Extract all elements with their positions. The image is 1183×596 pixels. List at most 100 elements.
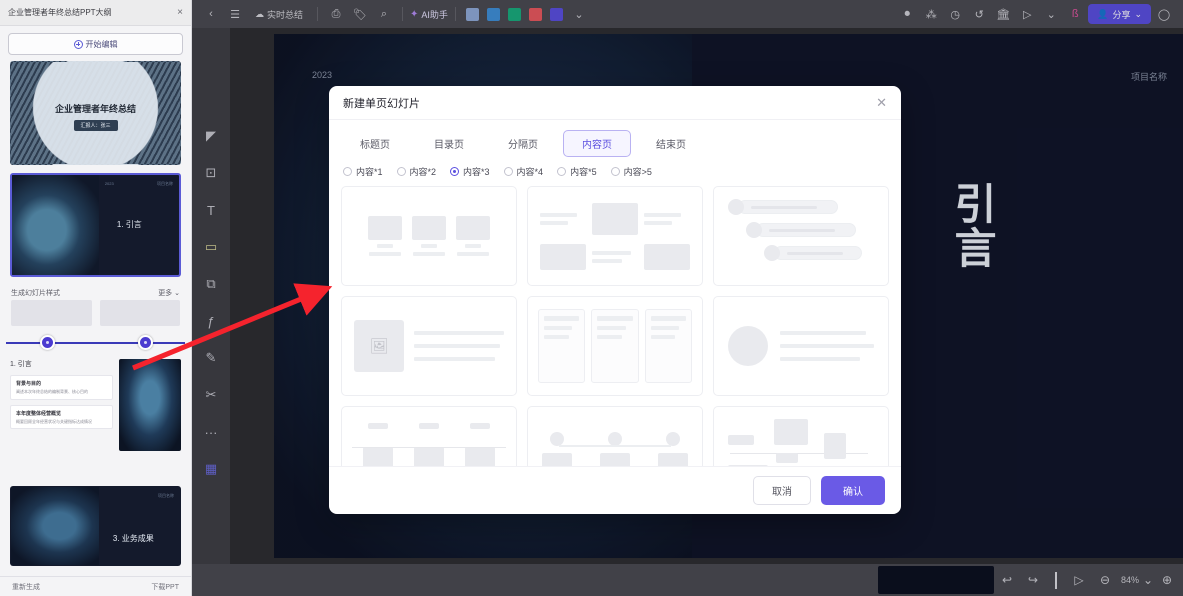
pill-bar bbox=[738, 200, 838, 214]
radio-content-5[interactable]: 内容*5 bbox=[557, 165, 597, 178]
template-card-avatar-pill-list[interactable] bbox=[713, 186, 889, 286]
radio-content-more[interactable]: 内容>5 bbox=[610, 165, 652, 178]
detail-card-body: 阐述本次年终总结的编制背景、核心目的 bbox=[16, 389, 88, 394]
download-ppt-button[interactable]: 下载PPT bbox=[151, 582, 179, 592]
placeholder-line bbox=[414, 357, 495, 361]
radio-content-3[interactable]: 内容*3 bbox=[450, 165, 490, 178]
placeholder-line bbox=[644, 220, 672, 225]
slide-3-tag-right: 项目名称 bbox=[158, 493, 174, 498]
slide-3-heading: 3. 业务成果 bbox=[112, 534, 154, 543]
tab-end-page[interactable]: 结束页 bbox=[637, 130, 705, 157]
radio-content-2[interactable]: 内容*2 bbox=[396, 165, 436, 178]
template-row bbox=[728, 199, 878, 215]
slide-1-subtitle: 汇报人：张三 bbox=[73, 120, 118, 131]
placeholder-box bbox=[728, 465, 768, 466]
placeholder-line bbox=[650, 316, 686, 321]
timeline-stations bbox=[352, 423, 506, 466]
node-dot bbox=[550, 431, 564, 446]
tab-divider-page[interactable]: 分隔页 bbox=[489, 130, 557, 157]
mini-thumb[interactable] bbox=[99, 300, 180, 326]
slide-detail-text: 1. 引言 背景与目的 阐述本次年终总结的编制背景、核心目的 本年度整体经营概览… bbox=[10, 359, 113, 451]
node-dot bbox=[666, 431, 680, 446]
mini-thumb[interactable] bbox=[11, 300, 92, 326]
cancel-button[interactable]: 取消 bbox=[753, 476, 811, 505]
mini-thumb-row bbox=[0, 300, 191, 326]
template-card-mixed-blocks-flow[interactable] bbox=[713, 406, 889, 466]
template-column bbox=[368, 216, 402, 256]
avatar-placeholder bbox=[764, 245, 780, 261]
tab-content-page[interactable]: 内容页 bbox=[563, 130, 631, 157]
placeholder-line bbox=[650, 326, 679, 330]
slide-2-image bbox=[12, 175, 99, 275]
placeholder-line bbox=[414, 331, 504, 335]
slide-detail: 1. 引言 背景与目的 阐述本次年终总结的编制背景、核心目的 本年度整体经营概览… bbox=[0, 351, 191, 451]
radio-dot-icon bbox=[396, 167, 406, 176]
slide-3-right: 项目名称 3. 业务成果 bbox=[99, 487, 180, 565]
slide-detail-title: 1. 引言 bbox=[10, 361, 32, 368]
start-edit-button[interactable]: 开始编辑 bbox=[8, 33, 183, 55]
start-edit-label: 开始编辑 bbox=[85, 39, 118, 49]
template-column-card bbox=[591, 309, 639, 383]
tab-title-page[interactable]: 标题页 bbox=[341, 130, 409, 157]
confirm-button[interactable]: 确认 bbox=[821, 476, 885, 505]
slide-thumbnail-2[interactable]: 2023 项目名称 1. 引言 bbox=[10, 173, 181, 277]
placeholder-line bbox=[544, 335, 569, 339]
modal-footer: 取消 确认 bbox=[329, 466, 901, 514]
placeholder-box bbox=[776, 453, 798, 463]
close-icon[interactable]: × bbox=[173, 7, 183, 18]
template-card-node-chain-diagram[interactable] bbox=[527, 406, 703, 466]
detail-card[interactable]: 本年度整体经营概览 概要回顾全年经营状况与关键指标达成情况 bbox=[10, 404, 113, 430]
diagram-node bbox=[542, 431, 572, 466]
template-card-three-boxes-with-captions[interactable] bbox=[341, 186, 517, 286]
placeholder-box bbox=[774, 419, 808, 445]
detail-card[interactable]: 背景与目的 阐述本次年终总结的编制背景、核心目的 bbox=[10, 375, 113, 400]
placeholder-line bbox=[780, 357, 860, 361]
slider-handle-right[interactable] bbox=[138, 335, 154, 350]
radio-content-1[interactable]: 内容*1 bbox=[343, 165, 383, 178]
template-card-center-image-side-text[interactable] bbox=[527, 186, 703, 286]
slide-2-heading: 1. 引言 bbox=[116, 220, 142, 229]
placeholder-line bbox=[413, 252, 445, 256]
slider-handle-left[interactable] bbox=[40, 335, 55, 350]
placeholder-line bbox=[544, 326, 573, 330]
placeholder-box bbox=[470, 423, 491, 429]
browser-tab-title[interactable]: 企业管理者年终总结PPT大纲 bbox=[8, 7, 173, 18]
placeholder-box bbox=[413, 447, 444, 466]
placeholder-line bbox=[421, 244, 437, 248]
modal-tabs: 标题页 目录页 分隔页 内容页 结束页 bbox=[329, 120, 901, 161]
regenerate-button[interactable]: 重新生成 bbox=[12, 582, 40, 592]
radio-dot-icon bbox=[610, 167, 620, 176]
timeline-axis bbox=[352, 447, 506, 448]
detail-card-head: 背景与目的 bbox=[16, 381, 42, 387]
pill-bar bbox=[756, 223, 856, 237]
template-lines bbox=[414, 331, 504, 361]
tab-contents-page[interactable]: 目录页 bbox=[415, 130, 483, 157]
slide-thumbnail-1[interactable]: 企业管理者年终总结 汇报人：张三 bbox=[10, 61, 181, 165]
placeholder-box bbox=[368, 216, 402, 240]
detail-card-head: 本年度整体经营概览 bbox=[16, 410, 62, 417]
node-connector bbox=[559, 445, 671, 447]
template-card-timeline-steps[interactable] bbox=[341, 406, 517, 466]
section-header-label: 生成幻灯片样式 bbox=[11, 290, 60, 297]
radio-label: 内容*4 bbox=[516, 167, 544, 177]
left-chat-panel: 企业管理者年终总结PPT大纲 × 开始编辑 企业管理者年终总结 汇报人：张三 2… bbox=[0, 0, 192, 596]
range-slider[interactable] bbox=[6, 335, 185, 351]
plus-circle-icon bbox=[73, 39, 83, 49]
close-icon[interactable]: ✕ bbox=[876, 96, 887, 109]
placeholder-box bbox=[362, 447, 393, 466]
template-card-circle-left-text-right[interactable] bbox=[713, 296, 889, 396]
placeholder-box bbox=[412, 216, 446, 240]
radio-dot-icon bbox=[343, 167, 352, 176]
template-card-three-column-cards[interactable] bbox=[527, 296, 703, 396]
template-card-image-left-text-right[interactable]: 🖼 bbox=[341, 296, 517, 396]
placeholder-box bbox=[456, 216, 490, 240]
radio-content-4[interactable]: 内容*4 bbox=[503, 165, 544, 178]
template-lines bbox=[540, 212, 586, 225]
placeholder-box bbox=[465, 447, 496, 466]
template-column bbox=[412, 216, 446, 256]
slide-2-right: 2023 项目名称 1. 引言 bbox=[99, 175, 179, 275]
new-chat-button-wrap: 开始编辑 bbox=[0, 26, 191, 61]
slide-thumbnail-3[interactable]: 项目名称 3. 业务成果 bbox=[10, 486, 181, 566]
section-header-more[interactable]: 更多 ⌄ bbox=[158, 288, 180, 298]
placeholder-line bbox=[597, 326, 626, 330]
